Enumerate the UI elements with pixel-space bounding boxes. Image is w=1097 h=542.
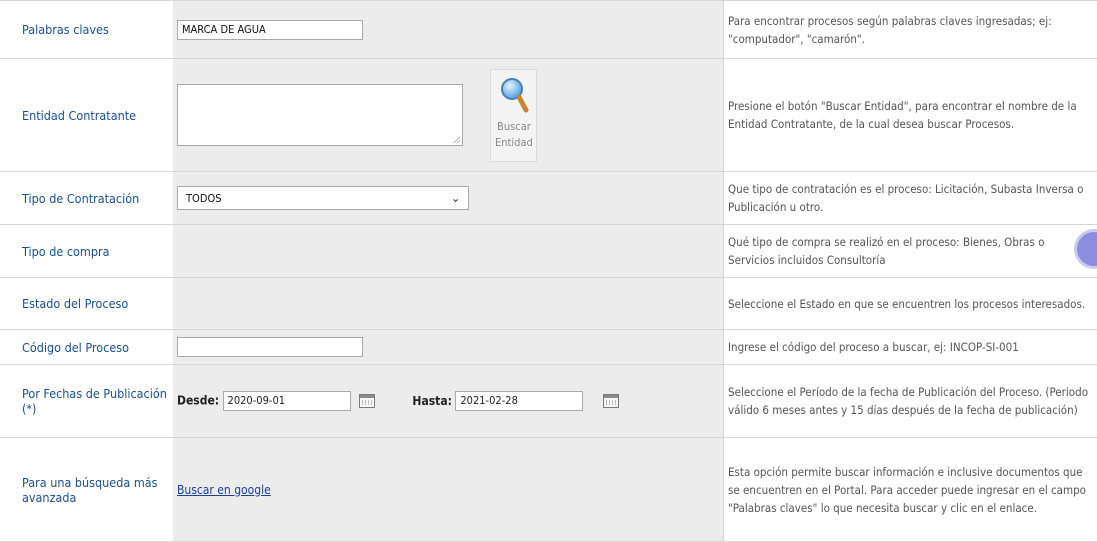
from-label: Desde:: [177, 393, 220, 408]
entity-help: Presione el botón "Buscar Entidad", para…: [723, 58, 1097, 172]
row-contract-type: Tipo de Contratación TODOS ⌄ Que tipo de…: [0, 171, 1097, 225]
dates-help: Seleccione el Período de la fecha de Pub…: [723, 364, 1097, 438]
keywords-label: Palabras claves: [0, 0, 173, 59]
contract-type-value: TODOS: [186, 191, 222, 205]
process-state-help: Seleccione el Estado en que se encuentre…: [723, 277, 1097, 330]
row-process-code: Código del Proceso Ingrese el código del…: [0, 329, 1097, 365]
search-entity-line1: Buscar: [497, 119, 531, 133]
keywords-input[interactable]: MARCA DE AGUA: [177, 19, 363, 40]
to-date-input[interactable]: 2021-02-28: [455, 391, 584, 411]
process-code-label: Código del Proceso: [0, 329, 173, 365]
row-purchase-type: Tipo de compra Qué tipo de compra se rea…: [0, 224, 1097, 278]
from-calendar-icon[interactable]: [358, 394, 375, 408]
contract-type-label: Tipo de Contratación: [0, 171, 173, 225]
magnifier-icon: [500, 77, 529, 112]
process-code-input[interactable]: [177, 337, 363, 357]
row-keywords: Palabras claves MARCA DE AGUA Para encon…: [0, 0, 1097, 59]
from-date-input[interactable]: 2020-09-01: [222, 391, 351, 411]
dates-label: Por Fechas de Publicación (*): [0, 364, 173, 438]
row-dates: Por Fechas de Publicación (*) Desde: 202…: [0, 364, 1097, 438]
advanced-help: Esta opción permite buscar información e…: [723, 437, 1097, 542]
process-code-help: Ingrese el código del proceso a buscar, …: [723, 329, 1097, 365]
contract-type-help: Que tipo de contratación es el proceso: …: [723, 171, 1097, 225]
search-form-table: Palabras claves MARCA DE AGUA Para encon…: [0, 0, 1097, 542]
chevron-down-icon: ⌄: [450, 191, 460, 205]
google-search-link[interactable]: Buscar en google: [177, 483, 271, 497]
search-entity-button[interactable]: Buscar Entidad: [490, 68, 538, 162]
to-calendar-icon[interactable]: [602, 394, 619, 408]
entity-textarea[interactable]: [177, 84, 463, 146]
row-process-state: Estado del Proceso Seleccione el Estado …: [0, 277, 1097, 330]
advanced-label: Para una búsqueda más avanzada: [0, 437, 173, 542]
purchase-type-label: Tipo de compra: [0, 224, 173, 278]
row-advanced: Para una búsqueda más avanzada Buscar en…: [0, 437, 1097, 542]
purchase-type-help: Qué tipo de compra se realizó en el proc…: [723, 224, 1097, 278]
search-entity-line2: Entidad: [495, 135, 533, 149]
process-state-label: Estado del Proceso: [0, 277, 173, 330]
keywords-help: Para encontrar procesos según palabras c…: [723, 0, 1097, 59]
process-state-field: [173, 277, 724, 330]
row-entity: Entidad Contratante Buscar Entidad Presi…: [0, 58, 1097, 172]
resize-grip-icon[interactable]: [453, 136, 460, 143]
entity-label: Entidad Contratante: [0, 58, 173, 172]
contract-type-select[interactable]: TODOS ⌄: [177, 186, 469, 210]
purchase-type-field: [173, 224, 724, 278]
to-label: Hasta:: [412, 393, 452, 408]
